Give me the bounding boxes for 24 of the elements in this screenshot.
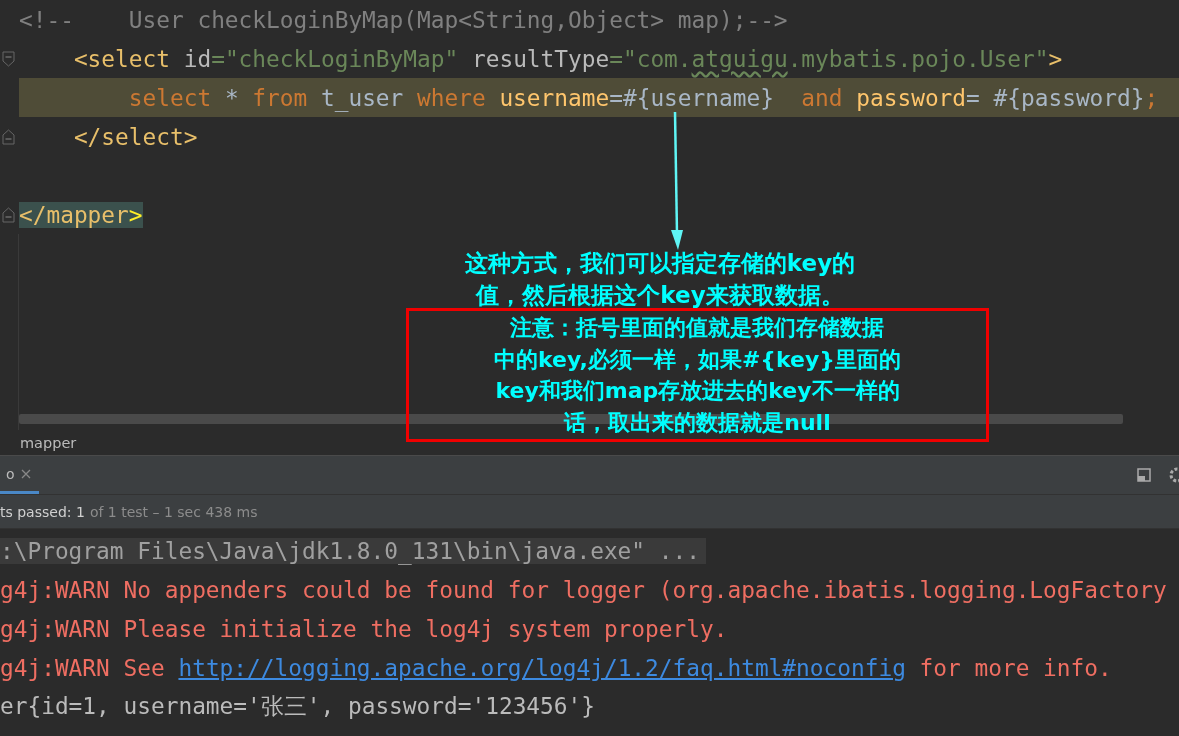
console-line: er{id=1, username='张三', password='123456'} [0,692,595,721]
code-line: <select id="checkLoginByMap" resultType="com.atguigu.mybatis.pojo.User"> [72,45,1063,72]
code-line: </mapper> [19,201,143,228]
annotation-text: 话，取出来的数据就是null [564,408,831,437]
restore-icon[interactable] [1137,468,1151,482]
code-line: <!-- User checkLoginByMap(Map<String,Object> map);--> [19,6,788,33]
code-line: select * from t_user where username=#{username} and password= #{password}; [127,84,1159,111]
fold-icon[interactable] [2,51,15,67]
link[interactable]: http://logging.apache.org/log4j/1.2/faq.html#noconfig [178,654,906,681]
breadcrumb[interactable]: mapper [20,434,77,451]
annotation-text: 值，然后根据这个key来获取数据。 [476,281,844,310]
annotation-text: 中的key,必须一样，如果#{key}里面的 [494,345,901,374]
test-summary: of 1 test – 1 sec 438 ms [89,503,258,520]
tests-passed-label: ts passed: 1 [0,503,85,520]
annotation-text: 注意：括号里面的值就是我们存储数据 [510,314,885,342]
fold-icon[interactable] [2,129,15,145]
annotation-text: 这种方式，我们可以指定存储的key的 [464,249,856,278]
code-line: </select> [72,123,198,150]
fold-icon[interactable] [2,207,15,223]
annotation-text: key和我们map存放进去的key不一样的 [495,377,900,405]
console-line: g4j:WARN No appenders could be found for logger (org.apache.ibatis.logging.LogFactory [0,576,1167,603]
close-icon[interactable] [20,468,31,479]
console-line: g4j:WARN Please initialize the log4j system properly. [0,615,728,642]
console-line: g4j:WARN See http://logging.apache.org/log4j/1.2/faq.html#noconfig for more info. [0,654,1112,681]
